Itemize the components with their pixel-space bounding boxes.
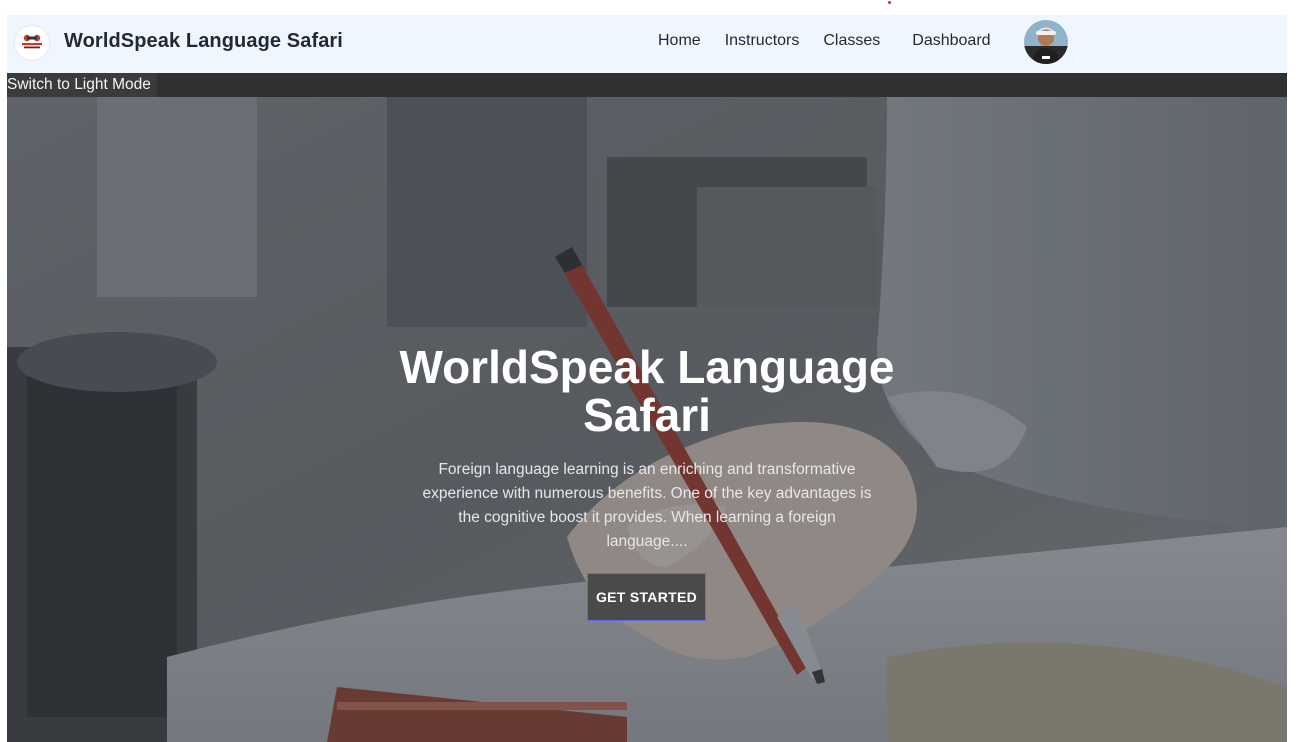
hero-section: WorldSpeak Language Safari Foreign langu…	[7, 97, 1287, 742]
indicator-dot	[888, 1, 891, 4]
nav-link-dashboard[interactable]: Dashboard	[912, 32, 990, 50]
language-game-logo-icon[interactable]	[15, 26, 49, 60]
hero-title: WorldSpeak Language Safari	[399, 341, 895, 441]
nav-link-home[interactable]: Home	[658, 32, 701, 50]
hero-description: Foreign language learning is an enrichin…	[422, 461, 872, 550]
user-avatar-icon[interactable]	[1024, 20, 1068, 64]
main-nav: Home Instructors Classes Dashboard	[658, 32, 991, 50]
page: WorldSpeak Language Safari Home Instruct…	[7, 15, 1287, 742]
navbar: WorldSpeak Language Safari Home Instruct…	[7, 15, 1287, 73]
theme-bar: Switch to Light Mode	[7, 73, 1287, 97]
brand-title[interactable]: WorldSpeak Language Safari	[64, 30, 343, 53]
theme-toggle-button[interactable]: Switch to Light Mode	[7, 73, 157, 97]
nav-link-instructors[interactable]: Instructors	[725, 32, 800, 50]
nav-link-classes[interactable]: Classes	[823, 32, 880, 50]
get-started-button[interactable]: GET STARTED	[587, 573, 706, 621]
